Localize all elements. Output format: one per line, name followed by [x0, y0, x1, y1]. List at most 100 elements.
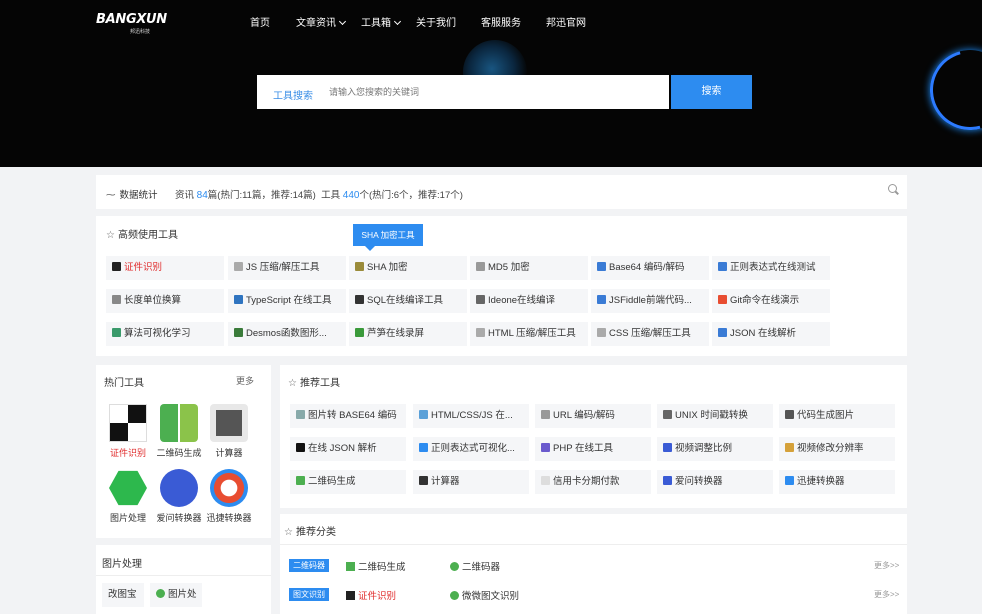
- calculator-icon: [210, 404, 248, 442]
- recommend-tool-item[interactable]: 正则表达式可视化...: [413, 437, 529, 461]
- nav-articles-label: 文章资讯: [296, 18, 336, 29]
- frequent-tool-item[interactable]: TypeScript 在线工具: [228, 289, 346, 313]
- frequent-tool-item[interactable]: MD5 加密: [470, 256, 588, 280]
- lock-icon: [355, 262, 364, 271]
- frequent-tool-item[interactable]: CSS 压缩/解压工具: [591, 322, 709, 346]
- link-icon: [541, 410, 550, 419]
- frequent-tool-item[interactable]: 芦笋在线录屏: [349, 322, 467, 346]
- nav-official-site[interactable]: 邦迅官网: [546, 14, 586, 29]
- recommend-tool-item[interactable]: 视频修改分辨率: [779, 437, 895, 461]
- category-link[interactable]: 二维码生成: [346, 559, 406, 573]
- recommend-tool-item[interactable]: 代码生成图片: [779, 404, 895, 428]
- card-icon: [541, 476, 550, 485]
- categories-title: ☆ 推荐分类: [284, 523, 336, 538]
- recommend-tool-label: 爱问转换器: [675, 476, 723, 487]
- video-icon: [663, 443, 672, 452]
- frequent-tool-item[interactable]: JSFiddle前端代码...: [591, 289, 709, 313]
- bangxun-logo[interactable]: BANGXUN 邦迅科技: [96, 10, 168, 35]
- recommend-tool-item[interactable]: 视频调整比例: [657, 437, 773, 461]
- hot-app-label: 爱问转换器: [156, 513, 202, 523]
- recommend-tool-item[interactable]: 计算器: [413, 470, 529, 494]
- hot-app-item[interactable]: 二维码生成: [155, 404, 203, 459]
- nav-home[interactable]: 首页: [250, 14, 270, 29]
- frequent-tool-item[interactable]: SHA 加密: [349, 256, 467, 280]
- html-icon: [419, 410, 428, 419]
- image-tool-item[interactable]: 图片处: [150, 583, 202, 607]
- fiddle-icon: [597, 295, 606, 304]
- chevron-down-icon: [338, 17, 347, 26]
- tools-prefix: 工具: [321, 190, 341, 201]
- frequent-tool-item[interactable]: JS 压缩/解压工具: [228, 256, 346, 280]
- frequent-tool-item[interactable]: Base64 编码/解码: [591, 256, 709, 280]
- frequent-tool-item[interactable]: HTML 压缩/解压工具: [470, 322, 588, 346]
- algo-icon: [112, 328, 121, 337]
- recommend-tool-label: HTML/CSS/JS 在...: [431, 410, 513, 421]
- category-link[interactable]: 微微图文识别: [450, 588, 519, 602]
- nav-toolbox[interactable]: 工具箱: [361, 14, 402, 29]
- hot-app-item[interactable]: 计算器: [205, 404, 253, 459]
- json-icon: [718, 328, 727, 337]
- category-link-label: 二维码器: [462, 562, 501, 573]
- recommend-tool-item[interactable]: HTML/CSS/JS 在...: [413, 404, 529, 428]
- frequent-tool-label: 芦笋在线录屏: [367, 328, 425, 339]
- category-more-link[interactable]: 更多>>: [874, 560, 899, 571]
- recommend-tool-item[interactable]: 图片转 BASE64 编码: [290, 404, 406, 428]
- hot-more-link[interactable]: 更多: [236, 374, 254, 387]
- stats-label-text: 数据统计: [119, 190, 158, 201]
- search-button[interactable]: 搜索: [671, 75, 752, 109]
- recommend-tool-item[interactable]: 迅捷转换器: [779, 470, 895, 494]
- recommend-tool-label: 视频调整比例: [675, 443, 733, 454]
- leaf-icon: [355, 328, 364, 337]
- recommend-tool-item[interactable]: 二维码生成: [290, 470, 406, 494]
- hot-app-item[interactable]: 证件识别: [104, 404, 152, 459]
- recommend-tool-label: 迅捷转换器: [797, 476, 845, 487]
- category-link[interactable]: 证件识别: [346, 588, 396, 602]
- git-icon: [718, 295, 727, 304]
- hot-app-item[interactable]: 爱问转换器: [155, 469, 203, 524]
- hot-app-item[interactable]: 图片处理: [104, 469, 152, 524]
- image-tool-label: 改图宝: [108, 589, 137, 600]
- recommend-tool-item[interactable]: URL 编码/解码: [535, 404, 651, 428]
- recommend-tool-item[interactable]: 爱问转换器: [657, 470, 773, 494]
- frequent-tool-label: 正则表达式在线测试: [730, 262, 816, 273]
- stats-text: 资讯 84篇(热门:11篇，推荐:14篇) 工具 440个(热门:6个，推荐:1…: [175, 187, 463, 201]
- frequent-tool-item[interactable]: Ideone在线编译: [470, 289, 588, 313]
- search-input[interactable]: [329, 83, 649, 101]
- recommend-tool-item[interactable]: 在线 JSON 解析: [290, 437, 406, 461]
- recommend-tool-label: 视频修改分辨率: [797, 443, 864, 454]
- category-link[interactable]: 二维码器: [450, 559, 500, 573]
- regex-icon: [419, 443, 428, 452]
- frequent-tool-label: Ideone在线编译: [488, 295, 556, 306]
- frequent-tool-item[interactable]: 正则表达式在线测试: [712, 256, 830, 280]
- frequent-tool-item[interactable]: 证件识别: [106, 256, 224, 280]
- stats-label: ⁓ 数据统计: [106, 187, 158, 201]
- search-icon[interactable]: [888, 184, 897, 193]
- frequent-tool-label: Desmos函数图形...: [246, 328, 327, 339]
- recommend-tools-title: ☆ 推荐工具: [288, 374, 340, 389]
- nav-service[interactable]: 客服服务: [481, 14, 521, 29]
- image-tool-item[interactable]: 改图宝: [102, 583, 144, 607]
- frequent-tool-item[interactable]: Git命令在线演示: [712, 289, 830, 313]
- frequent-tools-title: ☆ 高频使用工具: [106, 226, 178, 241]
- recommend-tool-item[interactable]: PHP 在线工具: [535, 437, 651, 461]
- nav-about[interactable]: 关于我们: [416, 14, 456, 29]
- image-icon: [597, 262, 606, 271]
- ruler-icon: [112, 295, 121, 304]
- frequent-tool-item[interactable]: Desmos函数图形...: [228, 322, 346, 346]
- hot-app-item[interactable]: 迅捷转换器: [205, 469, 253, 524]
- aiwen-icon: [663, 476, 672, 485]
- recommend-tool-label: 代码生成图片: [797, 410, 855, 421]
- recommend-tool-label: 二维码生成: [308, 476, 356, 487]
- frequent-tool-item[interactable]: SQL在线编译工具: [349, 289, 467, 313]
- category-more-link[interactable]: 更多>>: [874, 589, 899, 600]
- frequent-tool-item[interactable]: 长度单位换算: [106, 289, 224, 313]
- frequent-tool-item[interactable]: JSON 在线解析: [712, 322, 830, 346]
- category-badge-ocr[interactable]: 图文识别: [289, 588, 329, 601]
- recommend-tool-item[interactable]: UNIX 时间戳转换: [657, 404, 773, 428]
- nav-articles[interactable]: 文章资讯: [296, 14, 347, 29]
- recommend-tool-item[interactable]: 信用卡分期付款: [535, 470, 651, 494]
- frequent-tool-label: 长度单位换算: [124, 295, 182, 306]
- frequent-tool-item[interactable]: 算法可视化学习: [106, 322, 224, 346]
- frequent-tool-label: TypeScript 在线工具: [246, 295, 332, 306]
- category-badge-qrcode[interactable]: 二维码器: [289, 559, 329, 572]
